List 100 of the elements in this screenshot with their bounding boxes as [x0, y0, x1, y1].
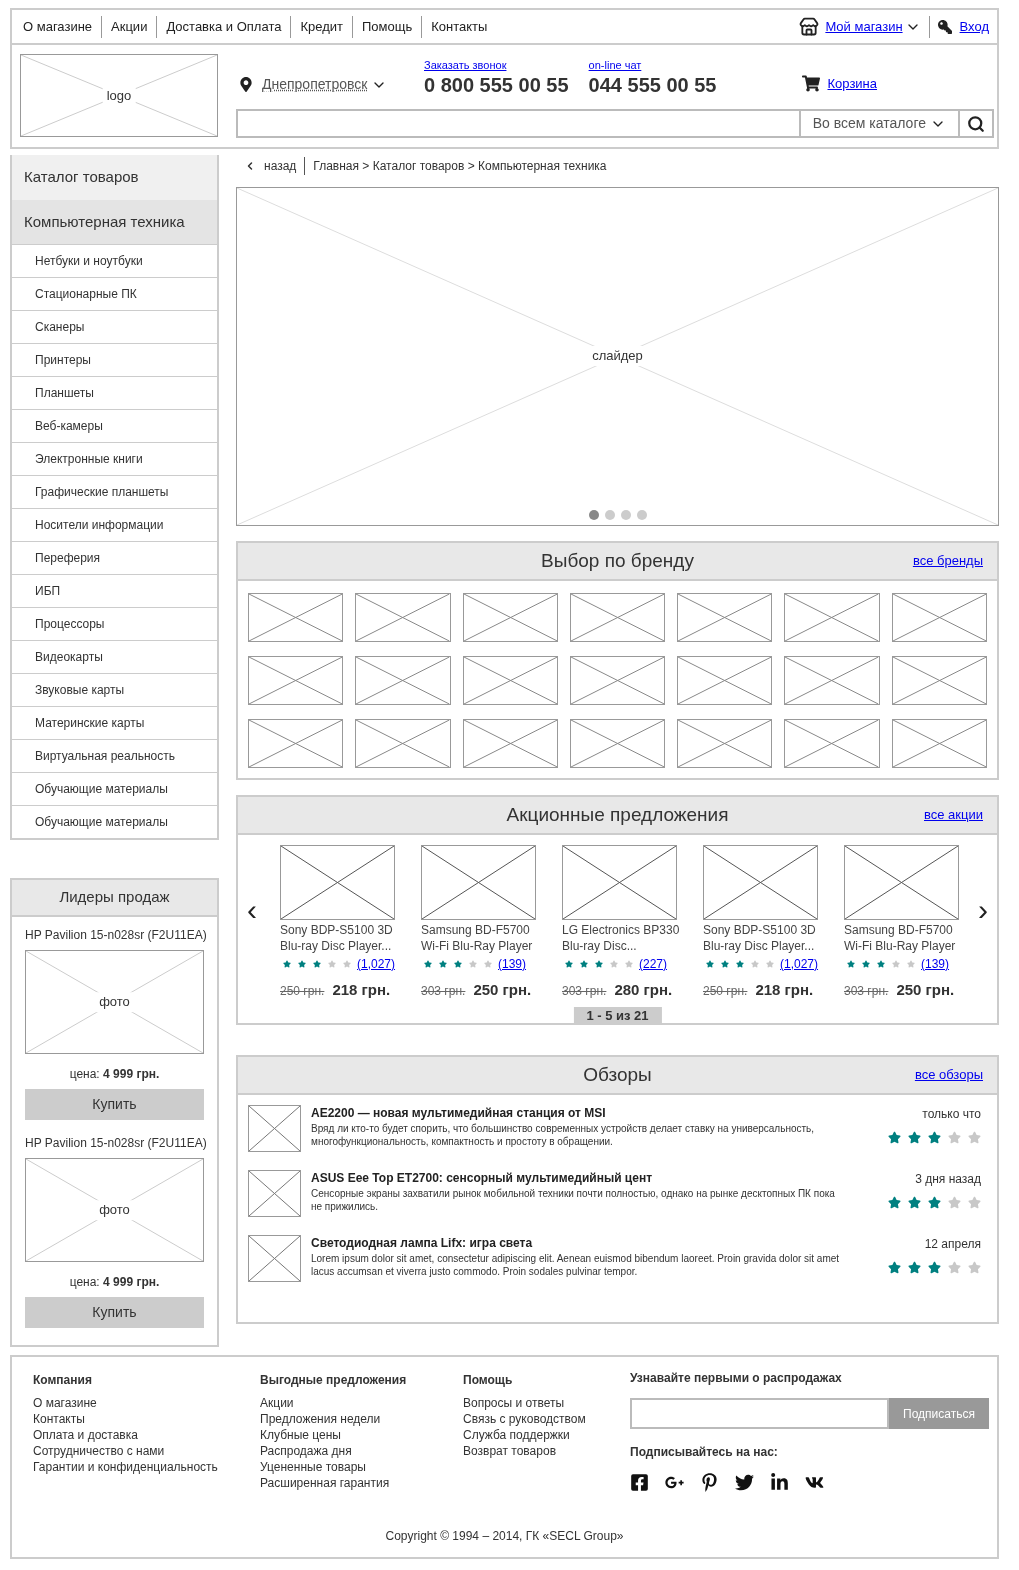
category-link[interactable]: Виртуальная реальность	[12, 739, 217, 772]
buy-button[interactable]: Купить	[25, 1089, 204, 1120]
category-link[interactable]: Видеокарты	[12, 640, 217, 673]
star-icon	[454, 960, 462, 968]
star-icon	[908, 1196, 921, 1209]
nav-link[interactable]: Акции	[102, 15, 158, 38]
category-link[interactable]: Электронные книги	[12, 442, 217, 475]
footer-link[interactable]: Расширенная гарантия	[260, 1475, 463, 1491]
star-icon	[862, 960, 870, 968]
footer-link[interactable]: Клубные цены	[260, 1427, 463, 1443]
footer-link[interactable]: Уцененные товары	[260, 1459, 463, 1475]
category-link[interactable]: Графические планшеты	[12, 475, 217, 508]
twitter-icon[interactable]	[735, 1473, 754, 1492]
facebook-icon[interactable]	[630, 1473, 649, 1492]
footer-link[interactable]: Возврат товаров	[463, 1443, 630, 1459]
cart-link[interactable]: Корзина	[827, 74, 878, 94]
reviews-count-link[interactable]: (139)	[921, 955, 949, 973]
sale-price: 250 грн.	[896, 980, 955, 1000]
reviews-count-link[interactable]: (139)	[498, 955, 526, 973]
newsletter-heading: Узнавайте первыми о распродажах	[630, 1370, 843, 1387]
sale-price: 218 грн.	[332, 980, 391, 1000]
sale-price: 250 грн.	[473, 980, 532, 1000]
see-all-link[interactable]: все бренды	[912, 551, 983, 571]
star-icon	[928, 1261, 941, 1274]
category-link[interactable]: Процессоры	[12, 607, 217, 640]
footer-link[interactable]: Акции	[260, 1395, 463, 1411]
footer-link[interactable]: Гарантии и конфиденциальность	[33, 1459, 260, 1475]
nav-link[interactable]: О магазине	[14, 15, 103, 38]
breadcrumb-path: Главная > Каталог товаров > Компьютерная техника	[313, 158, 607, 175]
category-link[interactable]: Планшеты	[12, 376, 217, 409]
city-selector[interactable]: Днепропетровск	[262, 74, 368, 95]
footer-link[interactable]: Сотрудничество с нами	[33, 1443, 260, 1459]
footer-link[interactable]: Оплата и доставка	[33, 1427, 260, 1443]
nav-link[interactable]: Кредит	[291, 15, 353, 38]
review-title: ASUS Eee Top ET2700: сенсорный мультимедийный цент	[311, 1170, 654, 1186]
cart-icon	[801, 75, 820, 93]
reviews-count-link[interactable]: (1,027)	[357, 955, 396, 973]
footer-link[interactable]: Контакты	[33, 1411, 260, 1427]
old-price: 303 грн.	[421, 983, 466, 1000]
buy-button[interactable]: Купить	[25, 1297, 204, 1328]
footer-link[interactable]: Предложения недели	[260, 1411, 463, 1427]
phone-link[interactable]: Заказать звонок	[424, 58, 569, 72]
footer-link[interactable]: Распродажа дня	[260, 1443, 463, 1459]
previous-button[interactable]: ‹	[238, 895, 266, 925]
star-icon	[484, 960, 492, 968]
star-icon	[877, 960, 885, 968]
category-link[interactable]: Обучающие материалы	[12, 772, 217, 805]
category-link[interactable]: Сканеры	[12, 310, 217, 343]
footer-link[interactable]: Служба поддержки	[463, 1427, 630, 1443]
category-link[interactable]: Обучающие материалы	[12, 805, 217, 838]
linkedin-icon[interactable]	[770, 1473, 789, 1492]
next-button[interactable]: ›	[969, 895, 997, 925]
star-icon	[736, 960, 744, 968]
footer-link[interactable]: Вопросы и ответы	[463, 1395, 630, 1411]
reviews-count-link[interactable]: (227)	[639, 955, 667, 973]
star-icon	[968, 1131, 981, 1144]
category-link[interactable]: Материнские карты	[12, 706, 217, 739]
nav-link[interactable]: Доставка и Оплата	[157, 15, 292, 38]
category-link[interactable]: Веб-камеры	[12, 409, 217, 442]
category-link[interactable]: Звуковые карты	[12, 673, 217, 706]
category-item[interactable]: Компьютерная техника	[12, 200, 217, 244]
category-link[interactable]: ИБП	[12, 574, 217, 607]
login-link[interactable]: Вход	[959, 16, 989, 37]
old-price: 303 грн.	[844, 983, 889, 1000]
reviews-count-link[interactable]: (1,027)	[780, 955, 819, 973]
star-icon	[888, 1196, 901, 1209]
category-link[interactable]: Стационарные ПК	[12, 277, 217, 310]
footer-link[interactable]: О магазине	[33, 1395, 260, 1411]
product-price: цена: 4 999 грн.	[68, 1066, 161, 1083]
product-name: HP Pavilion 15-n028sr (F2U11EA)	[25, 1135, 204, 1152]
star-icon	[328, 960, 336, 968]
pinterest-icon[interactable]	[700, 1473, 719, 1492]
star-icon	[948, 1131, 961, 1144]
phone-link[interactable]: on-line чат	[588, 58, 717, 72]
email-field[interactable]	[630, 1398, 889, 1429]
category-link[interactable]: Принтеры	[12, 343, 217, 376]
star-icon	[580, 960, 588, 968]
star-icon	[565, 960, 573, 968]
back-link[interactable]: назад	[264, 157, 306, 175]
review-image-placeholder	[248, 1170, 301, 1217]
section-title: Акционные предложения	[506, 802, 729, 827]
star-icon	[706, 960, 714, 968]
star-icon	[908, 1131, 921, 1144]
store-icon	[799, 16, 820, 37]
category-link[interactable]: Переферия	[12, 541, 217, 574]
product-price: цена: 4 999 грн.	[68, 1274, 161, 1291]
nav-link[interactable]: Контакты	[422, 15, 497, 38]
my-store-link[interactable]: Мой магазин	[825, 16, 903, 37]
category-link[interactable]: Нетбуки и ноутбуки	[12, 244, 217, 277]
see-all-link[interactable]: все акции	[924, 805, 983, 825]
footer-link[interactable]: Связь с руководством	[463, 1411, 630, 1427]
star-icon	[721, 960, 729, 968]
old-price: 250 грн.	[703, 983, 748, 1000]
product-name: LG Electronics BP330 Blu-ray Disc...	[562, 922, 681, 954]
section-title: Выбор по бренду	[541, 548, 694, 573]
see-all-link[interactable]: все обзоры	[914, 1065, 983, 1085]
category-link[interactable]: Носители информации	[12, 508, 217, 541]
star-icon	[907, 960, 915, 968]
star-icon	[343, 960, 351, 968]
nav-link[interactable]: Помощь	[353, 15, 423, 38]
